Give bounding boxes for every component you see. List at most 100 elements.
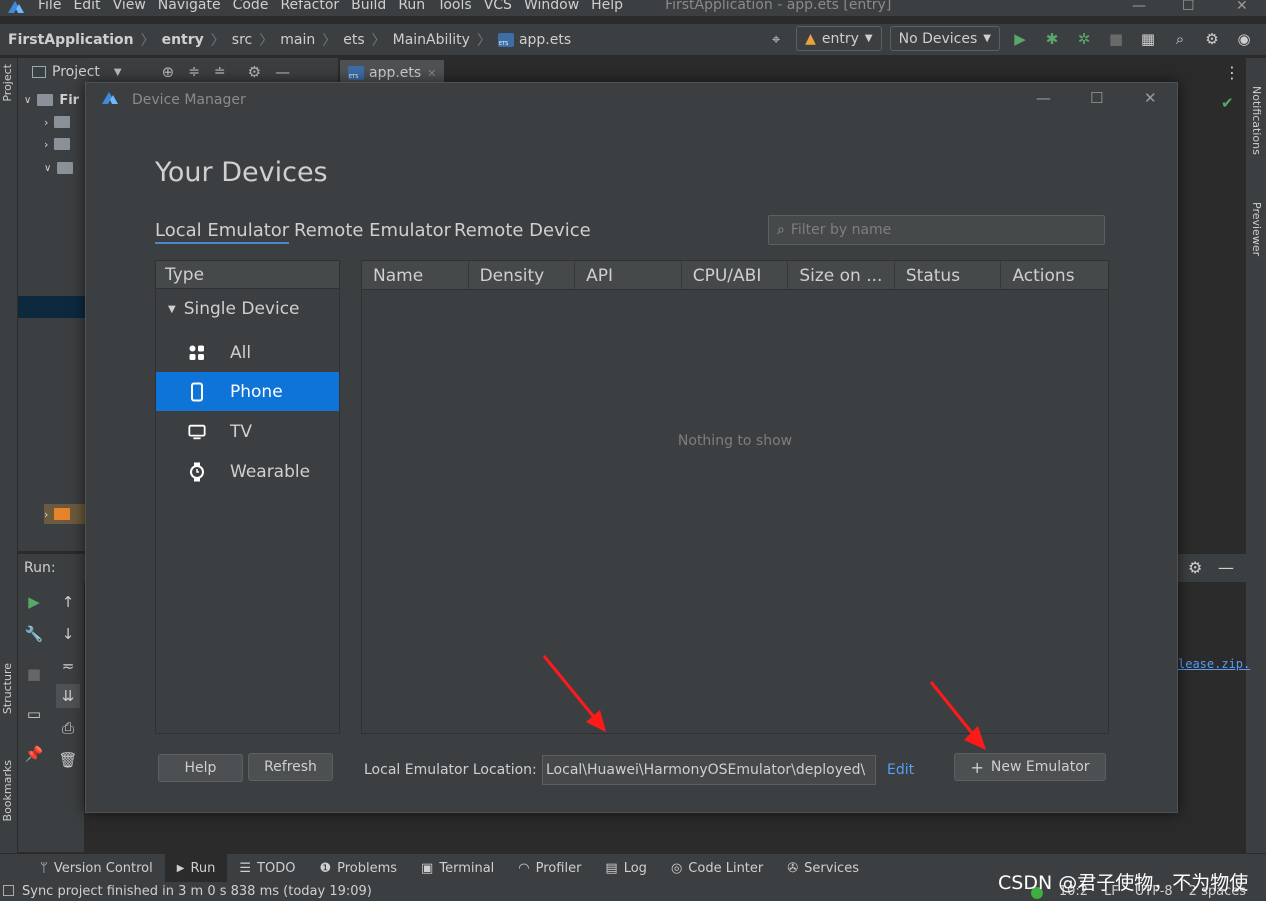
breadcrumb-src[interactable]: src bbox=[232, 32, 252, 48]
tab-local-emulator[interactable]: Local Emulator bbox=[155, 220, 290, 244]
emulator-location-input[interactable] bbox=[543, 756, 875, 784]
type-item-tv[interactable]: TV bbox=[156, 412, 339, 451]
hide-panel-icon[interactable]: — bbox=[275, 63, 290, 81]
column-header-size[interactable]: Size on ... bbox=[788, 261, 895, 290]
type-item-wearable[interactable]: Wearable bbox=[156, 452, 339, 491]
arrow-down-icon[interactable]: ↓ bbox=[56, 622, 80, 646]
column-header-name[interactable]: Name bbox=[362, 261, 469, 290]
settings-gear-icon[interactable]: ⚙ bbox=[1188, 558, 1202, 577]
project-stripe-button[interactable]: Project bbox=[1, 64, 14, 102]
module-combo[interactable]: ▲ entry ▼ bbox=[796, 26, 882, 51]
locate-icon[interactable]: ⊕ bbox=[162, 63, 175, 81]
tab-run[interactable]: ▶ Run bbox=[164, 854, 228, 882]
column-header-density[interactable]: Density bbox=[469, 261, 576, 290]
breadcrumb-module[interactable]: entry bbox=[162, 32, 204, 48]
debug-icon[interactable]: ✱ bbox=[1040, 27, 1064, 51]
single-device-group[interactable]: ▼ Single Device bbox=[168, 299, 300, 319]
menu-refactor[interactable]: Refactor bbox=[280, 0, 339, 12]
maximize-window-icon[interactable]: ☐ bbox=[1182, 0, 1195, 14]
menu-navigate[interactable]: Navigate bbox=[158, 0, 221, 12]
arrow-up-icon[interactable]: ↑ bbox=[56, 590, 80, 614]
layout-icon[interactable]: ▭ bbox=[22, 702, 46, 726]
hide-panel-icon[interactable]: — bbox=[1218, 558, 1234, 577]
device-combo[interactable]: No Devices ▼ bbox=[889, 26, 1000, 51]
column-header-cpu-abi[interactable]: CPU/ABI bbox=[682, 261, 789, 290]
breadcrumb-mainability[interactable]: MainAbility bbox=[393, 32, 470, 48]
collapse-all-icon[interactable]: ≐ bbox=[214, 64, 226, 80]
minimize-window-icon[interactable]: — bbox=[1132, 0, 1146, 14]
trash-icon[interactable]: 🗑 bbox=[56, 748, 80, 772]
tab-services[interactable]: ✇ Services bbox=[775, 854, 871, 882]
stop-icon[interactable]: ■ bbox=[22, 662, 46, 686]
menu-file[interactable]: File bbox=[38, 0, 61, 12]
project-structure-icon[interactable]: ▦ bbox=[1136, 27, 1160, 51]
menu-help[interactable]: Help bbox=[591, 0, 623, 12]
tree-row[interactable]: ∨ bbox=[44, 158, 74, 178]
tab-version-control[interactable]: ᛘ Version Control bbox=[28, 854, 165, 882]
tab-log[interactable]: ▤ Log bbox=[593, 854, 659, 882]
settings-gear-icon[interactable]: ⚙ bbox=[1200, 27, 1224, 51]
column-header-status[interactable]: Status bbox=[895, 261, 1002, 290]
tab-remote-device[interactable]: Remote Device bbox=[454, 220, 591, 241]
console-link[interactable]: lease.zip. bbox=[1178, 657, 1250, 671]
filter-input[interactable] bbox=[790, 222, 1091, 238]
notifications-stripe-button[interactable]: Notifications bbox=[1250, 86, 1263, 155]
settings-gear-icon[interactable]: ⚙ bbox=[248, 63, 261, 81]
print-icon[interactable]: ⎙ bbox=[56, 716, 80, 740]
attach-debugger-icon[interactable]: ✲ bbox=[1072, 27, 1096, 51]
tab-problems[interactable]: ❶ Problems bbox=[307, 854, 409, 882]
refresh-button[interactable]: Refresh bbox=[248, 753, 333, 781]
column-header-api[interactable]: API bbox=[575, 261, 682, 290]
column-header-actions[interactable]: Actions bbox=[1001, 261, 1108, 290]
menu-view[interactable]: View bbox=[113, 0, 146, 12]
edit-location-link[interactable]: Edit bbox=[887, 762, 914, 778]
status-square-icon[interactable] bbox=[3, 885, 14, 896]
breadcrumb-main[interactable]: main bbox=[280, 32, 315, 48]
menu-edit[interactable]: Edit bbox=[73, 0, 100, 12]
type-item-phone[interactable]: Phone bbox=[156, 372, 339, 411]
stop-icon[interactable]: ■ bbox=[1104, 27, 1128, 51]
previewer-stripe-button[interactable]: Previewer bbox=[1250, 202, 1263, 256]
tab-todo[interactable]: ☰ TODO bbox=[227, 854, 307, 882]
rerun-icon[interactable]: ▶ bbox=[22, 590, 46, 614]
project-view-label[interactable]: Project bbox=[52, 64, 100, 80]
close-tab-icon[interactable]: ✕ bbox=[427, 67, 436, 80]
tree-row-root[interactable]: ∨ Fir bbox=[24, 90, 79, 110]
tab-remote-emulator[interactable]: Remote Emulator bbox=[294, 220, 451, 241]
tab-profiler[interactable]: ◠ Profiler bbox=[506, 854, 593, 882]
tree-row[interactable]: › bbox=[44, 112, 71, 132]
breadcrumb-ets[interactable]: ets bbox=[343, 32, 364, 48]
tab-code-linter[interactable]: ◎ Code Linter bbox=[659, 854, 775, 882]
help-button[interactable]: Help bbox=[158, 754, 243, 782]
tab-terminal[interactable]: ▣ Terminal bbox=[409, 854, 506, 882]
account-icon[interactable]: ◉ bbox=[1232, 27, 1256, 51]
minimize-dialog-icon[interactable]: — bbox=[1036, 89, 1051, 107]
menu-run[interactable]: Run bbox=[398, 0, 425, 12]
run-icon[interactable]: ▶ bbox=[1008, 27, 1032, 51]
menu-code[interactable]: Code bbox=[233, 0, 269, 12]
bookmarks-stripe-button[interactable]: Bookmarks bbox=[1, 760, 14, 821]
close-dialog-icon[interactable]: ✕ bbox=[1144, 89, 1157, 107]
more-tabs-icon[interactable]: ⋮ bbox=[1224, 63, 1240, 82]
expand-all-icon[interactable]: ≑ bbox=[188, 64, 200, 80]
menu-vcs[interactable]: VCS bbox=[484, 0, 512, 12]
menu-tools[interactable]: Tools bbox=[437, 0, 472, 12]
soft-wrap-icon[interactable]: ≂ bbox=[56, 654, 80, 678]
breadcrumb-file[interactable]: app.ets bbox=[497, 32, 571, 48]
type-item-all[interactable]: All bbox=[156, 333, 339, 372]
pin-icon[interactable]: 📌 bbox=[22, 742, 46, 766]
search-icon[interactable]: ⌕ bbox=[1168, 27, 1192, 51]
wrench-icon[interactable]: 🔧 bbox=[22, 622, 46, 646]
structure-stripe-button[interactable]: Structure bbox=[1, 663, 14, 714]
tree-row[interactable]: › bbox=[44, 134, 71, 154]
menu-build[interactable]: Build bbox=[351, 0, 386, 12]
close-window-icon[interactable]: ✕ bbox=[1236, 0, 1248, 14]
new-emulator-button[interactable]: + New Emulator bbox=[954, 753, 1106, 781]
maximize-dialog-icon[interactable]: ☐ bbox=[1090, 89, 1103, 107]
menu-window[interactable]: Window bbox=[524, 0, 579, 12]
target-icon[interactable]: ⌖ bbox=[764, 27, 788, 51]
chevron-down-icon[interactable]: ▼ bbox=[114, 67, 122, 78]
scroll-to-end-icon[interactable]: ⇊ bbox=[56, 684, 80, 708]
left-tool-stripe: Project Structure Bookmarks bbox=[0, 58, 17, 853]
breadcrumb-project[interactable]: FirstApplication bbox=[8, 32, 134, 48]
